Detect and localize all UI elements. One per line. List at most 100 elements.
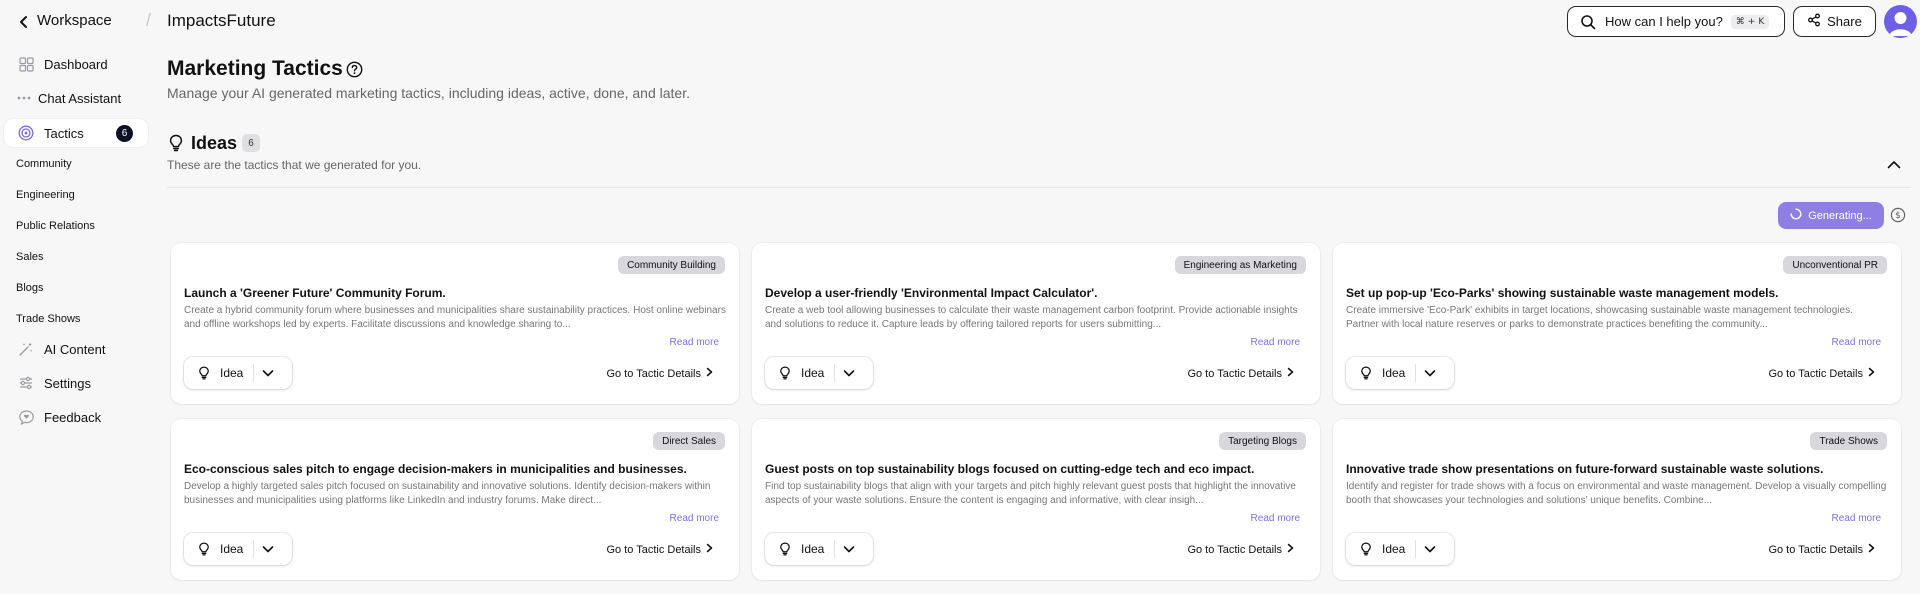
tactic-details-link[interactable]: Go to Tactic Details	[1768, 367, 1875, 380]
wand-icon	[17, 340, 35, 358]
sidebar-item-feedback[interactable]: Feedback	[4, 403, 148, 431]
credits-coin-icon[interactable]: $	[1890, 207, 1906, 223]
tactic-details-link[interactable]: Go to Tactic Details	[1768, 543, 1875, 556]
keyboard-shortcut: ⌘ + K	[1730, 14, 1770, 29]
dots-icon	[17, 89, 31, 107]
sidebar-item-settings[interactable]: Settings	[4, 369, 148, 397]
tactic-details-link[interactable]: Go to Tactic Details	[1187, 367, 1294, 380]
sliders-icon	[17, 374, 35, 392]
tactic-details-label: Go to Tactic Details	[606, 543, 701, 556]
sidebar-subitem-engineering[interactable]: Engineering	[16, 189, 75, 201]
dropdown-divider	[253, 364, 255, 382]
read-more-link[interactable]: Read more	[1832, 513, 1881, 524]
dropdown-divider	[834, 364, 836, 382]
status-label: Idea	[1382, 542, 1406, 556]
grid-icon	[17, 55, 35, 73]
back-chevron-icon[interactable]	[14, 12, 34, 32]
lightbulb-icon	[197, 366, 211, 380]
lightbulb-icon	[1359, 366, 1373, 380]
tactic-card: Direct Sales Eco-conscious sales pitch t…	[171, 419, 739, 580]
category-tag: Direct Sales	[653, 432, 725, 450]
assistant-search-button[interactable]: How can I help you? ⌘ + K	[1567, 6, 1785, 37]
tactic-details-link[interactable]: Go to Tactic Details	[606, 543, 713, 556]
status-dropdown[interactable]: Idea	[1346, 357, 1454, 389]
tactic-title: Guest posts on top sustainability blogs …	[765, 462, 1255, 476]
chevron-right-icon	[706, 367, 713, 380]
status-dropdown[interactable]: Idea	[184, 357, 292, 389]
share-label: Share	[1827, 14, 1862, 29]
search-label: How can I help you?	[1605, 14, 1723, 29]
tactic-card: Trade Shows Innovative trade show presen…	[1333, 419, 1901, 580]
breadcrumb-separator: /	[146, 10, 152, 30]
status-label: Idea	[801, 366, 825, 380]
workspace-link[interactable]: Workspace	[37, 12, 112, 29]
chevron-right-icon	[1287, 543, 1294, 556]
chevron-right-icon	[706, 543, 713, 556]
chevron-down-icon	[842, 366, 856, 380]
sidebar-item-label: AI Content	[44, 341, 106, 357]
sidebar-item-chat-assistant[interactable]: Chat Assistant	[4, 84, 148, 112]
status-dropdown[interactable]: Idea	[184, 533, 292, 565]
collapse-chevron-icon[interactable]	[1884, 156, 1904, 172]
sidebar-item-ai-content[interactable]: AI Content	[4, 335, 148, 363]
category-tag: Engineering as Marketing	[1174, 256, 1306, 274]
chevron-down-icon	[261, 542, 275, 556]
tactic-details-label: Go to Tactic Details	[1768, 367, 1863, 380]
tactic-card: Unconventional PR Set up pop-up 'Eco-Par…	[1333, 243, 1901, 404]
tactic-description: Create a web tool allowing businesses to…	[765, 305, 1298, 330]
sidebar-subitem-trade-shows[interactable]: Trade Shows	[16, 313, 80, 325]
sidebar-item-tactics[interactable]: Tactics 6	[4, 119, 148, 147]
sidebar: Dashboard Chat Assistant Tactics 6 Commu…	[0, 44, 150, 594]
shortcut-key: ⌘	[1735, 16, 1745, 27]
status-label: Idea	[1382, 366, 1406, 380]
status-dropdown[interactable]: Idea	[765, 533, 873, 565]
tactic-title: Innovative trade show presentations on f…	[1346, 462, 1824, 476]
sidebar-subitem-community[interactable]: Community	[16, 158, 72, 170]
read-more-link[interactable]: Read more	[670, 513, 719, 524]
tactic-description: Find top sustainability blogs that align…	[765, 481, 1296, 506]
read-more-link[interactable]: Read more	[670, 337, 719, 348]
read-more-link[interactable]: Read more	[1251, 337, 1300, 348]
tactic-description: Identify and register for trade shows wi…	[1346, 481, 1887, 506]
sidebar-subitem-sales[interactable]: Sales	[16, 251, 44, 263]
tactic-card: Community Building Launch a 'Greener Fut…	[171, 243, 739, 404]
tactic-details-label: Go to Tactic Details	[606, 367, 701, 380]
sidebar-subitem-public-relations[interactable]: Public Relations	[16, 220, 95, 232]
read-more-link[interactable]: Read more	[1251, 513, 1300, 524]
avatar[interactable]	[1884, 5, 1917, 38]
dropdown-divider	[1415, 364, 1417, 382]
status-label: Idea	[801, 542, 825, 556]
sidebar-item-dashboard[interactable]: Dashboard	[4, 50, 148, 78]
chat-bubble-icon	[17, 408, 35, 426]
lightbulb-icon	[168, 134, 184, 152]
tactic-title: Eco-conscious sales pitch to engage deci…	[184, 462, 687, 476]
tactic-description: Develop a highly targeted sales pitch fo…	[184, 481, 711, 506]
status-dropdown[interactable]: Idea	[1346, 533, 1454, 565]
svg-text:$: $	[1895, 211, 1901, 221]
tactic-details-link[interactable]: Go to Tactic Details	[1187, 543, 1294, 556]
sidebar-item-label: Feedback	[44, 409, 102, 425]
chevron-down-icon	[842, 542, 856, 556]
section-count-badge: 6	[242, 134, 260, 152]
page-title: Marketing Tactics	[167, 57, 343, 80]
share-button[interactable]: Share	[1793, 6, 1876, 37]
help-circle-icon[interactable]	[346, 61, 363, 78]
tactic-card: Targeting Blogs Guest posts on top susta…	[752, 419, 1320, 580]
read-more-link[interactable]: Read more	[1832, 337, 1881, 348]
sidebar-subitem-blogs[interactable]: Blogs	[16, 282, 44, 294]
category-tag: Targeting Blogs	[1219, 432, 1306, 450]
section-title: Ideas	[191, 133, 238, 153]
status-dropdown[interactable]: Idea	[765, 357, 873, 389]
section-subtitle: These are the tactics that we generated …	[167, 158, 422, 172]
chevron-down-icon	[1423, 366, 1437, 380]
tactic-details-link[interactable]: Go to Tactic Details	[606, 367, 713, 380]
project-title: ImpactsFuture	[167, 11, 276, 30]
lightbulb-icon	[197, 542, 211, 556]
category-tag: Community Building	[618, 256, 725, 274]
category-tag: Trade Shows	[1810, 432, 1887, 450]
dropdown-divider	[834, 540, 836, 558]
sidebar-item-label: Tactics	[44, 125, 84, 141]
category-tag: Unconventional PR	[1783, 256, 1887, 274]
generating-button[interactable]: Generating...	[1778, 202, 1884, 229]
tactic-details-label: Go to Tactic Details	[1768, 543, 1863, 556]
